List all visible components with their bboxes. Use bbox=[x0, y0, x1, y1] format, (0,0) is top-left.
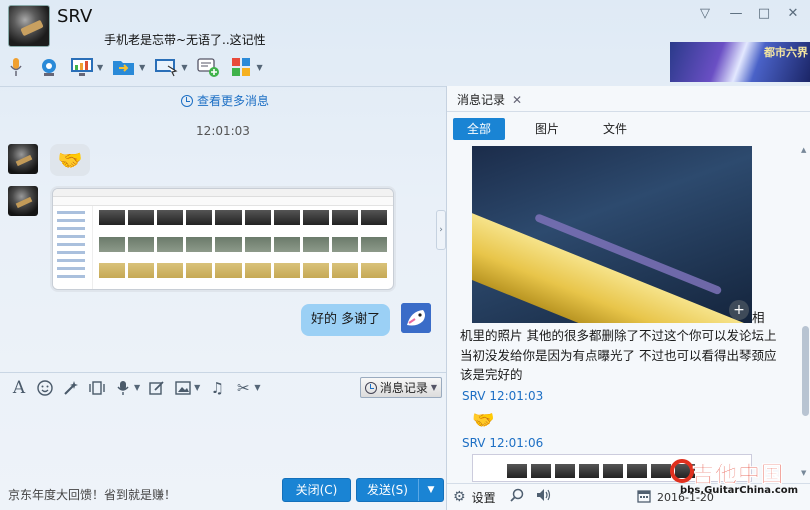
handshake-emoji-icon: 🤝 bbox=[57, 148, 83, 172]
speaker-icon[interactable] bbox=[536, 488, 552, 506]
contact-name[interactable]: SRV bbox=[57, 6, 92, 27]
guitar-neck-photo[interactable] bbox=[472, 146, 752, 323]
history-tabbar: 消息记录 ✕ bbox=[447, 86, 810, 112]
send-button[interactable]: 发送(S) ▼ bbox=[356, 478, 444, 502]
music-icon[interactable]: ♫ bbox=[206, 378, 228, 398]
zoom-icon[interactable]: + bbox=[729, 300, 749, 320]
close-window-button[interactable]: ✕ bbox=[781, 6, 805, 21]
chevron-down-icon[interactable]: ▼ bbox=[97, 63, 103, 72]
my-avatar[interactable] bbox=[401, 303, 431, 333]
voice-call-button[interactable] bbox=[4, 56, 28, 78]
filter-files[interactable]: 文件 bbox=[589, 118, 641, 140]
chevron-down-icon: ▼ bbox=[430, 383, 437, 392]
screenshot-addressbar bbox=[53, 197, 393, 206]
window-menu-button[interactable]: ▽ bbox=[693, 6, 717, 21]
screenshot-sidebar bbox=[53, 206, 93, 289]
minimize-button[interactable]: — bbox=[724, 6, 748, 21]
remote-desktop-button[interactable]: ▼ bbox=[70, 56, 103, 78]
chat-toolbar: ▼ ▼ ▼ ▼ bbox=[4, 52, 272, 82]
microphone-icon bbox=[4, 56, 28, 78]
screenshot-titlebar bbox=[53, 189, 393, 197]
clock-icon bbox=[364, 381, 377, 394]
watermark-url: bbs.GuitarChina.com bbox=[680, 485, 799, 496]
tab-message-history[interactable]: 消息记录 ✕ bbox=[457, 91, 522, 108]
watermark-logo-icon bbox=[670, 459, 694, 483]
emoji-icon[interactable] bbox=[34, 378, 56, 398]
font-icon[interactable]: A bbox=[8, 378, 30, 398]
magic-wand-icon[interactable] bbox=[60, 378, 82, 398]
guitar-neck bbox=[472, 201, 752, 323]
message-input[interactable] bbox=[0, 402, 446, 476]
chat-messages[interactable]: 查看更多消息 12:01:03 🤝 好的 多谢了 bbox=[0, 86, 446, 372]
history-message-body: 机里的照片 其他的很多都删除了不过这个你可以发论坛上 当初没发给你是因为有点曝光… bbox=[460, 328, 777, 382]
video-call-button[interactable] bbox=[37, 56, 61, 78]
history-message-lead: 相 bbox=[752, 310, 765, 325]
screenshot-image[interactable] bbox=[52, 188, 394, 290]
history-entry-meta: SRV 12:01:03 bbox=[462, 389, 544, 403]
scroll-up-icon[interactable]: ▲ bbox=[801, 146, 806, 154]
chevron-down-icon[interactable]: ▼ bbox=[194, 383, 200, 392]
close-button[interactable]: 关闭(C) bbox=[282, 478, 351, 502]
collapse-panel-handle[interactable]: › bbox=[436, 210, 446, 250]
screenshot-thumbnails bbox=[99, 210, 387, 285]
apps-button[interactable]: ▼ bbox=[229, 56, 263, 78]
maximize-button[interactable]: □ bbox=[752, 6, 776, 21]
chevron-down-icon[interactable]: ▼ bbox=[181, 63, 187, 72]
settings-label[interactable]: 设置 bbox=[472, 489, 496, 506]
scroll-thumb[interactable] bbox=[802, 326, 809, 416]
promo-link[interactable]: 京东年度大回馈！省到就是赚！ bbox=[8, 486, 176, 503]
site-watermark: 吉他中国 bbs.GuitarChina.com bbox=[670, 455, 810, 510]
filter-all[interactable]: 全部 bbox=[453, 118, 506, 140]
send-label[interactable]: 发送(S) bbox=[357, 479, 419, 501]
contact-avatar[interactable] bbox=[8, 5, 50, 47]
input-toolbar: A ▼ ▼ ♫ ✂ ▼ 消息记录 ▼ bbox=[0, 372, 446, 402]
send-file-button[interactable]: ▼ bbox=[112, 56, 145, 78]
scissors-icon[interactable]: ✂ bbox=[232, 378, 254, 398]
view-more-label: 查看更多消息 bbox=[197, 94, 270, 108]
message-record-label: 消息记录 bbox=[379, 381, 428, 395]
sender-avatar[interactable] bbox=[8, 144, 38, 174]
history-message-text: 相 机里的照片 其他的很多都删除了不过这个你可以发论坛上 当初没发给你是因为有点… bbox=[460, 310, 780, 385]
chevron-down-icon[interactable]: ▼ bbox=[139, 63, 145, 72]
ad-banner[interactable]: 都市六界 bbox=[670, 42, 810, 82]
tab-label: 消息记录 bbox=[457, 93, 506, 107]
gear-icon[interactable]: ⚙ bbox=[453, 489, 466, 505]
contact-signature: 手机老是忘带~无语了..这记性 bbox=[104, 33, 266, 47]
shake-window-icon[interactable] bbox=[86, 378, 108, 398]
history-entry-meta: SRV 12:01:06 bbox=[462, 436, 544, 450]
handshake-emoji-icon: 🤝 bbox=[472, 410, 495, 431]
view-more-messages-link[interactable]: 查看更多消息 bbox=[181, 92, 269, 109]
incoming-message[interactable]: 🤝 bbox=[50, 144, 90, 176]
clock-icon bbox=[181, 94, 193, 107]
edit-icon[interactable] bbox=[146, 378, 168, 398]
filter-images[interactable]: 图片 bbox=[521, 118, 573, 140]
chat-header: SRV 手机老是忘带~无语了..这记性 ▽ — □ ✕ ▼ ▼ ▼ ▼ 都市六界 bbox=[0, 0, 810, 86]
folder-arrow-icon bbox=[112, 56, 136, 78]
screen-share-icon bbox=[154, 56, 178, 78]
chevron-down-icon[interactable]: ▼ bbox=[134, 383, 140, 392]
create-group-button[interactable] bbox=[196, 56, 220, 78]
close-icon[interactable]: ✕ bbox=[512, 93, 522, 107]
chevron-down-icon[interactable]: ▼ bbox=[256, 63, 262, 72]
apps-grid-icon bbox=[229, 56, 253, 78]
history-scrollbar[interactable]: ▲ ▼ bbox=[801, 146, 810, 478]
message-history-panel: 消息记录 ✕ 全部 图片 文件 + 相 机里的照片 其他的很多都删除了不过这个你… bbox=[446, 86, 810, 510]
message-timestamp: 12:01:03 bbox=[196, 124, 250, 138]
outgoing-message[interactable]: 好的 多谢了 bbox=[301, 304, 391, 336]
message-record-button[interactable]: 消息记录 ▼ bbox=[359, 377, 442, 398]
image-icon[interactable] bbox=[172, 378, 194, 398]
monitor-chart-icon bbox=[70, 56, 94, 78]
history-filters: 全部 图片 文件 bbox=[453, 118, 657, 140]
webcam-icon bbox=[37, 56, 61, 78]
chevron-down-icon[interactable]: ▼ bbox=[254, 383, 260, 392]
sender-avatar[interactable] bbox=[8, 186, 38, 216]
chat-add-icon bbox=[196, 56, 220, 78]
voice-message-icon[interactable] bbox=[112, 378, 134, 398]
banner-text: 都市六界 bbox=[764, 46, 808, 59]
calendar-icon bbox=[637, 489, 651, 506]
search-icon[interactable] bbox=[509, 488, 524, 506]
chevron-down-icon[interactable]: ▼ bbox=[419, 479, 443, 501]
screen-share-button[interactable]: ▼ bbox=[154, 56, 187, 78]
